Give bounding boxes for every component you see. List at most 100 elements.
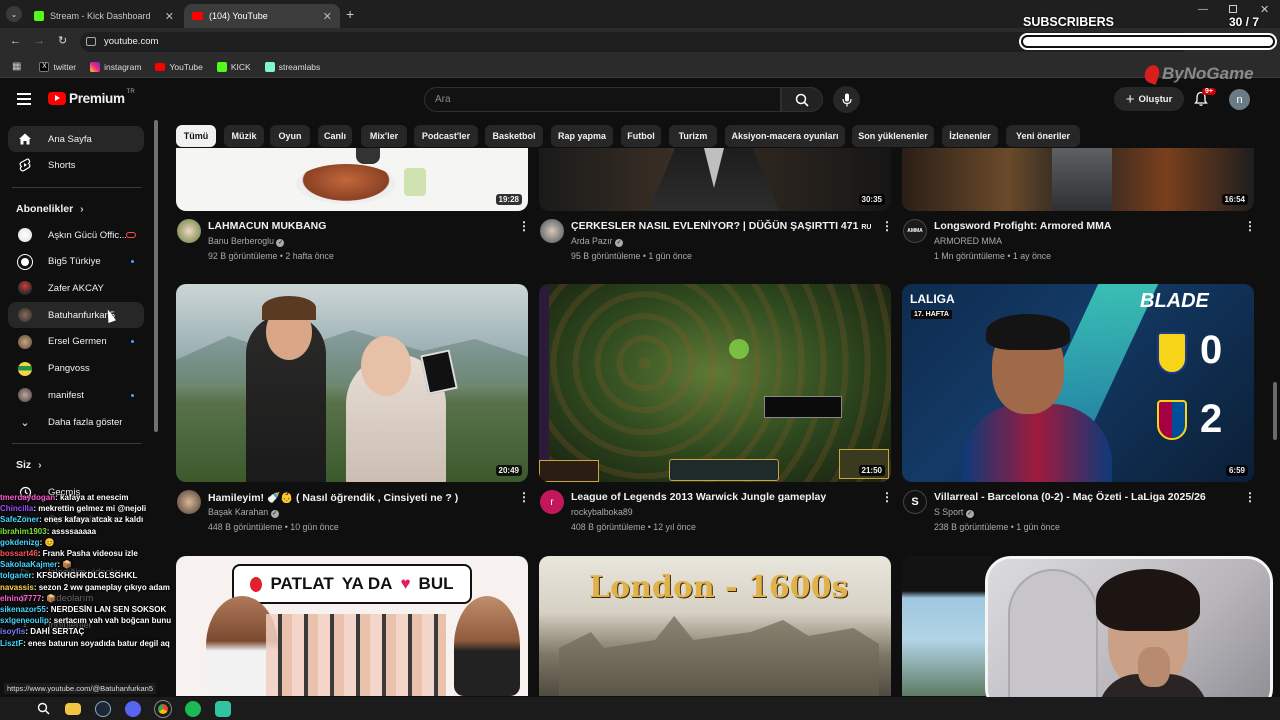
channel-avatar[interactable]: r bbox=[540, 490, 564, 514]
streamlabs-icon[interactable] bbox=[215, 700, 231, 717]
main-scrollbar[interactable] bbox=[1273, 382, 1277, 440]
minimize-button[interactable]: — bbox=[1198, 4, 1208, 15]
tab-search-button[interactable]: ⌄ bbox=[6, 6, 22, 22]
video-thumbnail[interactable]: 19:28 bbox=[176, 148, 528, 211]
video-title[interactable]: Longsword Profight: Armored MMA bbox=[934, 220, 1112, 232]
chip-9[interactable]: Turizm bbox=[669, 125, 717, 147]
channel-avatar[interactable]: S bbox=[903, 490, 927, 514]
chrome-icon[interactable] bbox=[154, 699, 172, 718]
create-button[interactable]: + Oluştur bbox=[1114, 87, 1184, 111]
menu-icon[interactable] bbox=[17, 93, 31, 105]
channel-name[interactable]: Banu Berberoglu ✓ bbox=[208, 236, 285, 247]
forward-icon[interactable]: → bbox=[34, 35, 45, 47]
chip-12[interactable]: İzlenenler bbox=[942, 125, 998, 147]
channel-avatar[interactable]: AMMA bbox=[903, 219, 927, 243]
chip-0[interactable]: Tümü bbox=[176, 125, 216, 147]
sidebar-sub-item[interactable]: Aşkın Gücü Offic... bbox=[8, 222, 144, 248]
sidebar-sub-item[interactable]: Zafer AKCAY bbox=[8, 275, 144, 301]
channel-avatar[interactable] bbox=[540, 219, 564, 243]
more-options-icon[interactable]: ⋮ bbox=[518, 219, 530, 233]
chip-4[interactable]: Mix'ler bbox=[361, 125, 407, 147]
subscriptions-header[interactable]: Abonelikler › bbox=[16, 203, 84, 215]
chip-8[interactable]: Futbol bbox=[621, 125, 661, 147]
video-duration: 6:59 bbox=[1225, 465, 1248, 476]
more-options-icon[interactable]: ⋮ bbox=[881, 490, 893, 504]
sidebar-item-show-more[interactable]: ⌄ Daha fazla göster bbox=[8, 409, 144, 435]
more-options-icon[interactable]: ⋮ bbox=[1244, 219, 1256, 233]
windows-start-icon[interactable] bbox=[8, 702, 21, 715]
blade-logo: BLADE bbox=[1140, 290, 1209, 312]
sidebar-sub-item[interactable]: Ersel Germen bbox=[8, 329, 144, 355]
sidebar-item-shorts[interactable]: Shorts bbox=[8, 152, 144, 178]
tab-kick-dashboard[interactable]: Stream - Kick Dashboard ✕ bbox=[26, 4, 182, 28]
chip-6[interactable]: Basketbol bbox=[485, 125, 543, 147]
close-icon[interactable]: ✕ bbox=[323, 10, 332, 23]
channel-name[interactable]: rockybalboka89 bbox=[571, 507, 633, 517]
avatar[interactable]: n bbox=[1229, 89, 1250, 110]
video-title[interactable]: LAHMACUN MUKBANG bbox=[208, 220, 326, 232]
new-tab-button[interactable]: + bbox=[346, 6, 354, 22]
video-thumbnail[interactable]: 20:49 bbox=[176, 284, 528, 482]
video-title[interactable]: Villarreal - Barcelona (0-2) - Maç Özeti… bbox=[934, 491, 1206, 503]
sidebar-scrollbar[interactable] bbox=[154, 120, 158, 432]
mic-icon bbox=[841, 93, 852, 106]
score-away: 2 bbox=[1200, 397, 1223, 441]
maximize-button[interactable] bbox=[1229, 5, 1237, 13]
week-label: 17. HAFTA bbox=[911, 310, 952, 319]
sidebar-sub-item[interactable]: Big5 Türkiye bbox=[8, 249, 144, 275]
chip-3[interactable]: Canlı bbox=[318, 125, 352, 147]
chip-5[interactable]: Podcast'ler bbox=[414, 125, 478, 147]
bookmark-streamlabs[interactable]: streamlabs bbox=[264, 61, 320, 72]
video-thumbnail[interactable]: London - 1600s bbox=[539, 556, 891, 696]
notifications-button[interactable]: 9+ bbox=[1193, 88, 1216, 112]
spotify-icon[interactable] bbox=[185, 700, 201, 717]
channel-name[interactable]: Arda Pazır ✓ bbox=[571, 236, 624, 247]
video-title[interactable]: ÇERKESLER NASIL EVLENİYOR? | DÜĞÜN ŞAŞIR… bbox=[571, 220, 872, 232]
close-icon[interactable]: ✕ bbox=[165, 10, 174, 23]
video-thumbnail[interactable]: 21:50 bbox=[539, 284, 891, 482]
voice-search-button[interactable] bbox=[833, 86, 860, 113]
chip-7[interactable]: Rap yapma bbox=[551, 125, 613, 147]
video-thumbnail[interactable]: 16:54 bbox=[902, 148, 1254, 211]
apps-icon[interactable]: ▦ bbox=[12, 61, 21, 72]
reload-icon[interactable]: ↻ bbox=[58, 34, 67, 47]
chat-text: : enes kafaya atcak az kaldı bbox=[39, 515, 144, 525]
tab-youtube[interactable]: (104) YouTube ✕ bbox=[184, 4, 340, 28]
more-options-icon[interactable]: ⋮ bbox=[518, 490, 530, 504]
close-window-button[interactable]: ✕ bbox=[1260, 3, 1269, 16]
sidebar-sub-item[interactable]: Pangvoss bbox=[8, 356, 144, 382]
sidebar-sub-item[interactable]: Batuhanfurkan5 bbox=[8, 302, 144, 329]
discord-icon[interactable] bbox=[125, 700, 141, 717]
more-options-icon[interactable]: ⋮ bbox=[881, 219, 893, 233]
more-options-icon[interactable]: ⋮ bbox=[1244, 490, 1256, 504]
youtube-logo[interactable]: Premium TR bbox=[48, 89, 135, 106]
channel-avatar[interactable] bbox=[177, 219, 201, 243]
video-thumbnail[interactable]: 30:35 bbox=[539, 148, 891, 211]
bookmark-youtube[interactable]: YouTube bbox=[155, 62, 203, 72]
chip-10[interactable]: Aksiyon-macera oyunları bbox=[725, 125, 845, 147]
channel-name[interactable]: S Sport ✓ bbox=[934, 507, 974, 518]
search-button[interactable] bbox=[781, 87, 823, 112]
video-thumbnail[interactable] bbox=[902, 556, 992, 696]
new-content-dot bbox=[131, 393, 134, 397]
chip-11[interactable]: Son yüklenenler bbox=[852, 125, 934, 147]
chip-13[interactable]: Yeni öneriler bbox=[1006, 125, 1080, 147]
sidebar-item-home[interactable]: Ana Sayfa bbox=[8, 126, 144, 152]
bookmark-twitter[interactable]: Xtwitter bbox=[39, 61, 76, 72]
channel-name[interactable]: ARMORED MMA bbox=[934, 236, 1002, 246]
site-info-icon[interactable] bbox=[86, 37, 96, 46]
sidebar-sub-item[interactable]: manifest bbox=[8, 382, 144, 408]
video-title[interactable]: Hamileyim! 🍼👶 ( Nasıl öğrendik , Cinsiye… bbox=[208, 491, 458, 504]
chip-1[interactable]: Müzik bbox=[224, 125, 264, 147]
video-title[interactable]: League of Legends 2013 Warwick Jungle ga… bbox=[571, 491, 826, 503]
search-input[interactable]: Ara bbox=[424, 87, 781, 112]
you-header[interactable]: Siz › bbox=[16, 459, 42, 471]
video-thumbnail[interactable]: LALIGA 17. HAFTA BLADE 0 2 6:59 bbox=[902, 284, 1254, 482]
steam-icon[interactable] bbox=[95, 700, 111, 717]
chip-2[interactable]: Oyun bbox=[270, 125, 310, 147]
bookmark-instagram[interactable]: instagram bbox=[90, 61, 141, 72]
back-icon[interactable]: ← bbox=[10, 35, 21, 47]
bookmark-kick[interactable]: KICK bbox=[216, 61, 251, 72]
search-icon[interactable] bbox=[35, 701, 51, 717]
file-explorer-icon[interactable] bbox=[65, 702, 81, 715]
